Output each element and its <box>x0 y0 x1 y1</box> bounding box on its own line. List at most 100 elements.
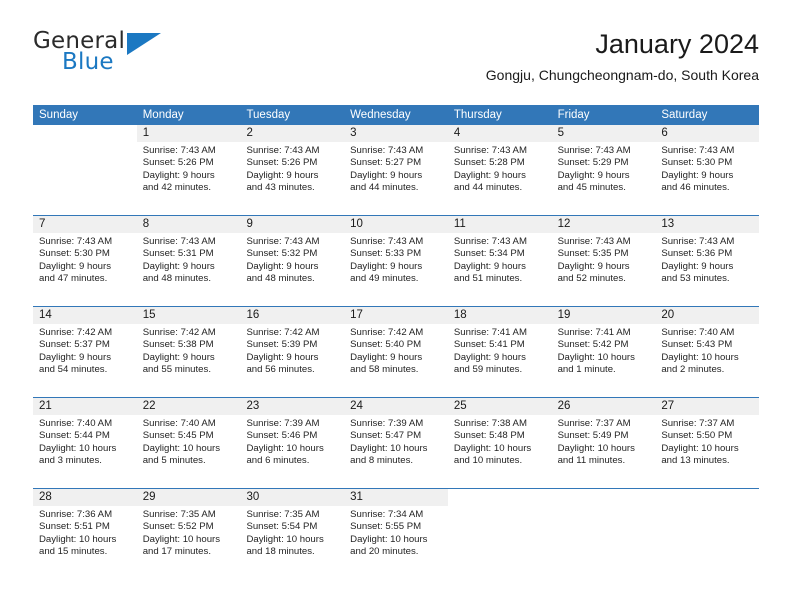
day-details: Sunrise: 7:39 AM Sunset: 5:46 PM Daylight:… <box>240 415 344 468</box>
daylight-text: Daylight: 9 hours <box>453 351 526 363</box>
daylight-text: Daylight: 10 hours <box>142 442 221 454</box>
sunset-text: Sunset: 5:40 PM <box>350 339 422 351</box>
daylight-text: Daylight: 9 hours <box>453 260 526 272</box>
day-cell[interactable]: 27 Sunrise: 7:37 AM Sunset: 5:50 PM Dayligh… <box>655 398 760 488</box>
day-number-band: 10 <box>344 216 448 233</box>
day-cell[interactable]: 25 Sunrise: 7:38 AM Sunset: 5:48 PM Dayligh… <box>447 398 552 488</box>
day-cell[interactable]: 15 Sunrise: 7:42 AM Sunset: 5:38 PM Dayligh… <box>136 307 241 397</box>
sunrise-text: Sunrise: 7:40 AM <box>39 418 113 429</box>
sunset-text: Sunset: 5:45 PM <box>142 430 214 442</box>
daylight-text: Daylight: 10 hours <box>350 442 428 454</box>
day-cell[interactable]: 19 Sunrise: 7:41 AM Sunset: 5:42 PM Dayligh… <box>551 307 656 397</box>
day-details <box>552 506 656 509</box>
day-cell[interactable]: 29 Sunrise: 7:35 AM Sunset: 5:52 PM Dayligh… <box>136 489 241 581</box>
day-details <box>448 506 552 509</box>
sunrise-text: Sunrise: 7:36 AM <box>39 509 113 520</box>
day-cell[interactable]: 30 Sunrise: 7:35 AM Sunset: 5:54 PM Dayligh… <box>240 489 345 581</box>
sunset-text: Sunset: 5:44 PM <box>39 430 110 442</box>
day-details: Sunrise: 7:39 AM Sunset: 5:47 PM Daylight:… <box>344 415 448 468</box>
day-cell[interactable]: 24 Sunrise: 7:39 AM Sunset: 5:47 PM Dayligh… <box>344 398 448 488</box>
sunset-text: Sunset: 5:36 PM <box>661 248 733 260</box>
day-number-band: 23 <box>240 398 345 415</box>
day-number-band: 6 <box>655 125 760 142</box>
day-cell[interactable]: 17 Sunrise: 7:42 AM Sunset: 5:40 PM Dayligh… <box>344 307 448 397</box>
day-number: 9 <box>246 218 253 230</box>
daylight-text-cont: and 56 minutes. <box>246 364 315 376</box>
sunrise-text: Sunrise: 7:43 AM <box>350 145 424 156</box>
day-cell[interactable]: 16 Sunrise: 7:42 AM Sunset: 5:39 PM Dayligh… <box>240 307 345 397</box>
day-details: Sunrise: 7:43 AM Sunset: 5:36 PM Daylight:… <box>655 233 759 286</box>
day-number: 23 <box>246 400 260 412</box>
day-number: 19 <box>557 309 571 321</box>
day-cell[interactable]: 1 Sunrise: 7:43 AM Sunset: 5:26 PM Daylight… <box>136 125 241 215</box>
day-cell[interactable]: 3 Sunrise: 7:43 AM Sunset: 5:27 PM Daylight… <box>344 125 448 215</box>
daylight-text: Daylight: 10 hours <box>453 442 532 454</box>
daylight-text: Daylight: 9 hours <box>557 169 630 181</box>
day-cell[interactable]: 31 Sunrise: 7:34 AM Sunset: 5:55 PM Dayligh… <box>344 489 448 581</box>
day-cell[interactable]: 9 Sunrise: 7:43 AM Sunset: 5:32 PM Daylight… <box>240 216 345 306</box>
sunrise-text: Sunrise: 7:40 AM <box>142 418 216 429</box>
daylight-text-cont: and 20 minutes. <box>350 546 419 558</box>
day-number-band: 11 <box>447 216 552 233</box>
day-cell[interactable]: 12 Sunrise: 7:43 AM Sunset: 5:35 PM Dayligh… <box>551 216 656 306</box>
sunrise-text: Sunrise: 7:43 AM <box>661 145 735 156</box>
daylight-text: Daylight: 10 hours <box>246 442 324 454</box>
daylight-text-cont: and 49 minutes. <box>350 273 419 285</box>
day-number: 31 <box>350 491 363 503</box>
day-cell[interactable]: 20 Sunrise: 7:40 AM Sunset: 5:43 PM Dayligh… <box>655 307 760 397</box>
day-cell[interactable]: 2 Sunrise: 7:43 AM Sunset: 5:26 PM Daylight… <box>240 125 345 215</box>
day-details: Sunrise: 7:43 AM Sunset: 5:30 PM Daylight:… <box>33 233 137 286</box>
day-cell[interactable]: 26 Sunrise: 7:37 AM Sunset: 5:49 PM Dayligh… <box>551 398 656 488</box>
day-number: 12 <box>557 218 571 230</box>
day-number: 2 <box>246 127 253 139</box>
day-cell[interactable]: 22 Sunrise: 7:40 AM Sunset: 5:45 PM Dayligh… <box>136 398 241 488</box>
day-cell[interactable]: 28 Sunrise: 7:36 AM Sunset: 5:51 PM Dayligh… <box>33 489 137 581</box>
sunrise-text: Sunrise: 7:43 AM <box>453 236 527 247</box>
weekday-header-monday: Monday <box>142 109 184 121</box>
day-cell[interactable]: 10 Sunrise: 7:43 AM Sunset: 5:33 PM Dayligh… <box>344 216 448 306</box>
day-number-band: 26 <box>551 398 656 415</box>
daylight-text: Daylight: 9 hours <box>39 351 111 363</box>
day-details: Sunrise: 7:43 AM Sunset: 5:28 PM Daylight:… <box>448 142 552 195</box>
sunrise-text: Sunrise: 7:43 AM <box>246 236 320 247</box>
day-cell[interactable]: 6 Sunrise: 7:43 AM Sunset: 5:30 PM Daylight… <box>655 125 760 215</box>
week-row-inner: 14 Sunrise: 7:42 AM Sunset: 5:37 PM Dayligh… <box>33 307 760 397</box>
page-header: General Blue January 2024 Gongju, Chungc… <box>33 28 759 98</box>
day-cell[interactable]: 21 Sunrise: 7:40 AM Sunset: 5:44 PM Dayligh… <box>33 398 137 488</box>
calendar-body: 1 Sunrise: 7:43 AM Sunset: 5:26 PM Daylight… <box>33 125 760 581</box>
daylight-text-cont: and 10 minutes. <box>453 455 523 467</box>
day-cell[interactable]: 7 Sunrise: 7:43 AM Sunset: 5:30 PM Daylight… <box>33 216 137 306</box>
day-cell[interactable]: 4 Sunrise: 7:43 AM Sunset: 5:28 PM Daylight… <box>447 125 552 215</box>
sunrise-text: Sunrise: 7:43 AM <box>142 145 216 156</box>
sunset-text: Sunset: 5:33 PM <box>350 248 422 260</box>
daylight-text: Daylight: 9 hours <box>557 260 630 272</box>
day-cell[interactable]: 14 Sunrise: 7:42 AM Sunset: 5:37 PM Dayligh… <box>33 307 137 397</box>
sunset-text: Sunset: 5:31 PM <box>142 248 214 260</box>
day-number: 1 <box>142 127 150 139</box>
sunrise-text: Sunrise: 7:43 AM <box>557 145 631 156</box>
brand-logo[interactable]: General Blue <box>33 28 233 84</box>
day-cell[interactable]: 18 Sunrise: 7:41 AM Sunset: 5:41 PM Dayligh… <box>447 307 552 397</box>
daylight-text-cont: and 48 minutes. <box>142 273 211 285</box>
day-cell[interactable]: 13 Sunrise: 7:43 AM Sunset: 5:36 PM Dayligh… <box>655 216 760 306</box>
day-details: Sunrise: 7:40 AM Sunset: 5:43 PM Daylight:… <box>655 324 759 377</box>
day-number-band: 14 <box>33 307 137 324</box>
daylight-text-cont: and 45 minutes. <box>557 182 626 194</box>
week-row-inner: 7 Sunrise: 7:43 AM Sunset: 5:30 PM Daylight… <box>33 216 760 306</box>
day-cell-empty <box>551 489 656 581</box>
day-details: Sunrise: 7:43 AM Sunset: 5:30 PM Daylight:… <box>655 142 759 195</box>
day-details: Sunrise: 7:43 AM Sunset: 5:34 PM Daylight:… <box>448 233 552 286</box>
day-cell[interactable]: 23 Sunrise: 7:39 AM Sunset: 5:46 PM Dayligh… <box>240 398 345 488</box>
day-number: 26 <box>557 400 571 412</box>
day-number-band: 28 <box>33 489 137 506</box>
sunset-text: Sunset: 5:41 PM <box>453 339 525 351</box>
day-cell[interactable]: 8 Sunrise: 7:43 AM Sunset: 5:31 PM Daylight… <box>136 216 241 306</box>
sunset-text: Sunset: 5:28 PM <box>453 157 525 169</box>
day-cell[interactable]: 5 Sunrise: 7:43 AM Sunset: 5:29 PM Daylight… <box>551 125 656 215</box>
day-number-band: 31 <box>344 489 448 506</box>
day-number-band: 21 <box>33 398 137 415</box>
day-number-band: 25 <box>447 398 552 415</box>
sunset-text: Sunset: 5:30 PM <box>39 248 110 260</box>
daylight-text: Daylight: 9 hours <box>350 260 423 272</box>
day-cell[interactable]: 11 Sunrise: 7:43 AM Sunset: 5:34 PM Dayligh… <box>447 216 552 306</box>
